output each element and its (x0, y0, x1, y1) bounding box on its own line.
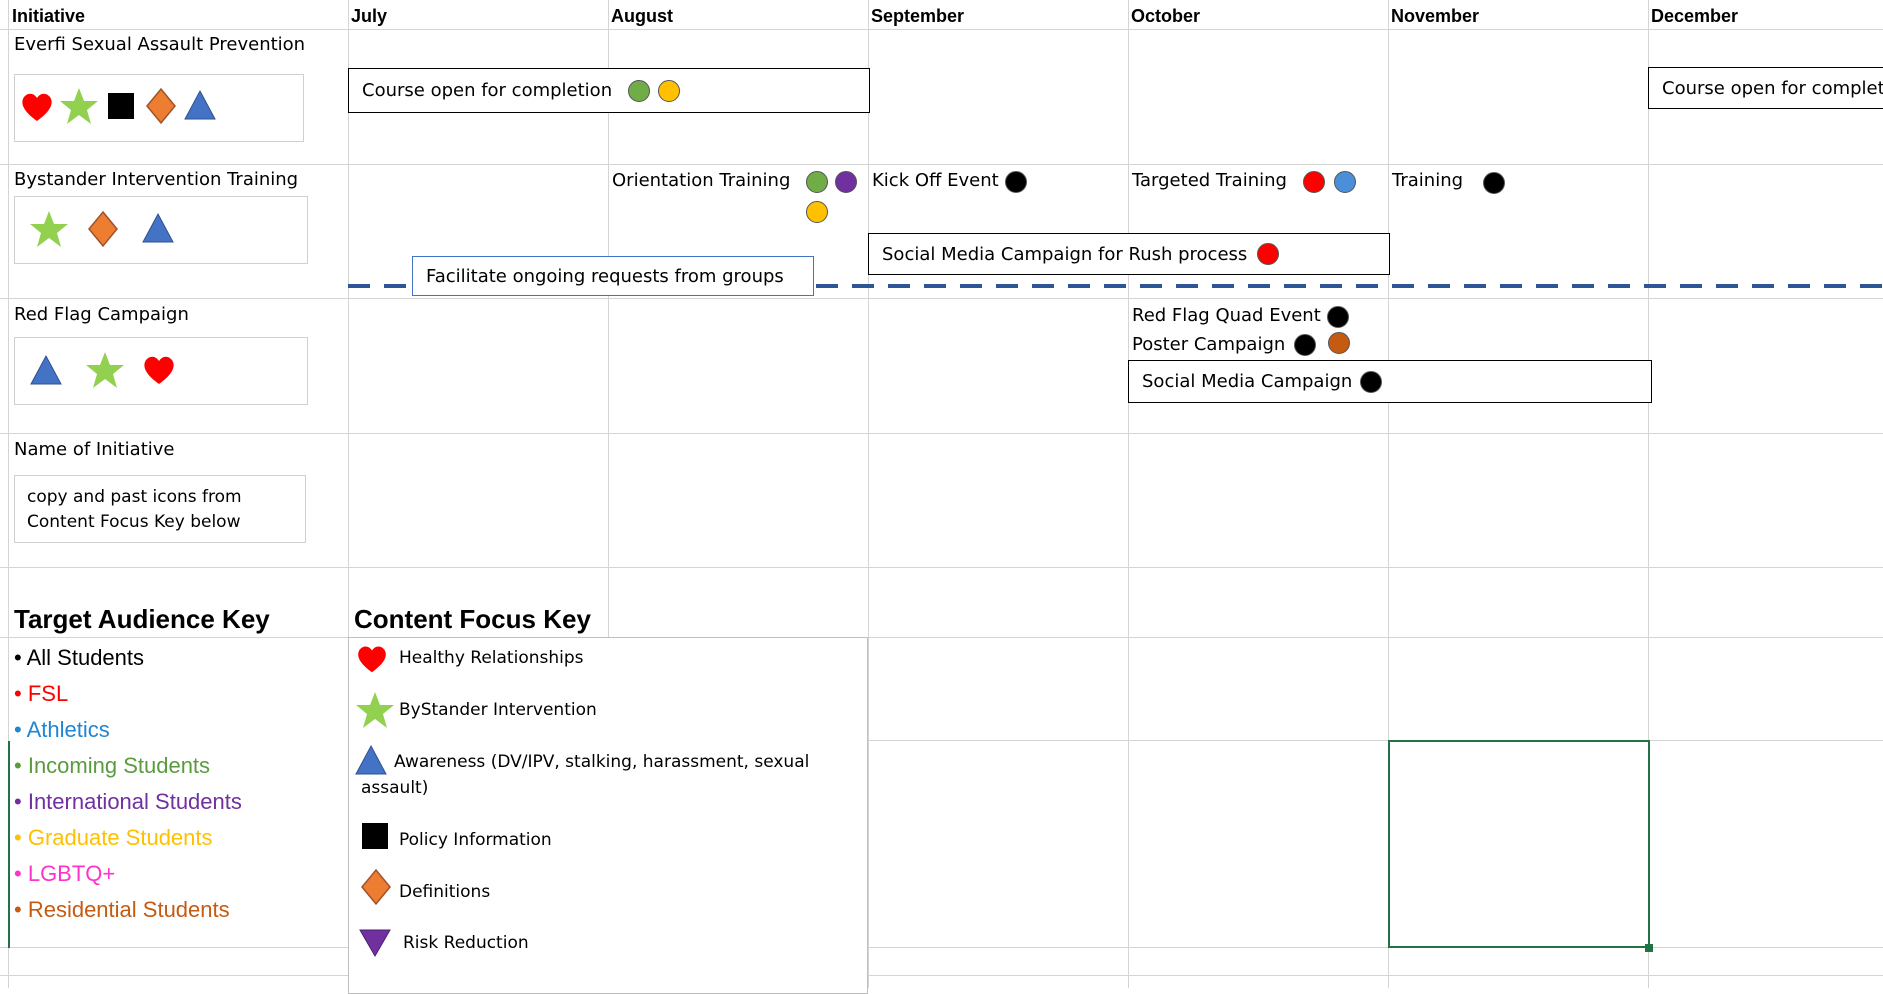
event-kick-off[interactable]: Kick Off Event (872, 170, 999, 191)
initiative-icon-box[interactable] (14, 196, 308, 264)
heart-icon (22, 93, 52, 121)
star-icon (30, 211, 68, 247)
content-focus-label: Definitions (399, 882, 491, 902)
international-students-dot (835, 171, 857, 193)
audience-item-lgbtq: • LGBTQ+ (14, 861, 116, 886)
header-initiative: Initiative (12, 6, 86, 26)
initiative-icon-box[interactable] (14, 74, 304, 142)
star-icon (86, 352, 124, 388)
selected-cell[interactable] (1388, 740, 1650, 948)
grid-row-line (0, 567, 1883, 568)
event-training[interactable]: Training (1392, 170, 1463, 191)
all-students-dot (1360, 370, 1383, 393)
audience-item-all-students: • All Students (14, 645, 145, 670)
event-course-open-december[interactable]: Course open for completi (1648, 67, 1883, 109)
event-label: Course open for completi (1662, 77, 1883, 99)
all-students-dot (1005, 171, 1027, 193)
content-focus-label: Policy Information (399, 830, 552, 850)
graduate-students-dot (806, 201, 828, 223)
initiative-note-line: Content Focus Key below (27, 512, 241, 532)
header-month-october: October (1131, 6, 1201, 26)
grid-col-line (1128, 0, 1129, 988)
initiative-name: Red Flag Campaign (14, 304, 189, 325)
diamond-icon (146, 87, 176, 125)
content-focus-label: Healthy Relationships (399, 648, 584, 668)
event-label: Course open for completion (362, 80, 613, 101)
header-month-july: July (351, 6, 388, 26)
audience-item-athletics: • Athletics (14, 717, 110, 742)
grid-col-line (868, 0, 869, 988)
fill-handle[interactable] (1645, 944, 1653, 952)
triangle-icon (142, 212, 174, 243)
audience-item-residential-students: • Residential Students (14, 897, 230, 922)
athletics-dot (1334, 171, 1356, 193)
event-course-open[interactable]: Course open for completion (348, 68, 870, 113)
event-red-flag-quad[interactable]: Red Flag Quad Event (1132, 305, 1321, 326)
grid-row-line (0, 164, 1883, 165)
all-students-dot (1327, 306, 1349, 328)
grid-row-line (0, 29, 1883, 30)
grid-row-line (0, 433, 1883, 434)
content-focus-label-continued: assault) (361, 778, 429, 798)
content-focus-label: Awareness (DV/IPV, stalking, harassment,… (394, 752, 810, 772)
grid-row-line (0, 975, 1883, 976)
graduate-students-dot (658, 79, 681, 102)
target-audience-key-title: Target Audience Key (14, 604, 270, 634)
event-poster-campaign[interactable]: Poster Campaign (1132, 334, 1285, 355)
grid-row-line (0, 637, 1883, 638)
content-focus-label: Risk Reduction (403, 933, 529, 953)
diamond-icon (88, 210, 118, 248)
star-icon (356, 692, 394, 728)
star-icon (60, 88, 98, 124)
initiative-note-line: copy and past icons from (27, 487, 242, 507)
triangle-icon (30, 354, 62, 385)
square-icon (362, 823, 388, 849)
incoming-students-dot (628, 79, 651, 102)
diamond-icon (361, 868, 391, 906)
fsl-dot (1303, 171, 1325, 193)
event-label: Social Media Campaign (1142, 371, 1353, 392)
event-label: Facilitate ongoing requests from groups (426, 265, 784, 287)
all-students-dot (1294, 334, 1316, 356)
event-social-media-campaign[interactable]: Social Media Campaign (1128, 360, 1652, 403)
incoming-students-dot (806, 171, 828, 193)
header-month-december: December (1651, 6, 1739, 26)
residential-students-dot (1328, 332, 1350, 354)
grid-row-line (0, 298, 1883, 299)
grid-row-line (866, 740, 1883, 741)
header-month-september: September (871, 6, 965, 26)
event-facilitate-requests[interactable]: Facilitate ongoing requests from groups (412, 256, 814, 296)
fsl-dot (1257, 243, 1280, 265)
audience-item-incoming-students: • Incoming Students (14, 753, 211, 778)
initiative-icon-box[interactable]: copy and past icons from Content Focus K… (14, 475, 306, 543)
heart-icon (358, 646, 386, 673)
column-border-accent (8, 741, 10, 948)
event-label: Social Media Campaign for Rush process (882, 243, 1248, 265)
event-targeted-training[interactable]: Targeted Training (1132, 170, 1287, 191)
audience-item-graduate-students: • Graduate Students (14, 825, 213, 850)
triangle-icon (355, 744, 387, 775)
square-icon (108, 93, 134, 119)
audience-item-international-students: • International Students (14, 789, 242, 814)
initiative-icon-box[interactable] (14, 337, 308, 405)
all-students-dot (1483, 172, 1505, 194)
content-focus-key-title: Content Focus Key (354, 604, 591, 634)
heart-icon (144, 356, 174, 384)
initiative-name: Everfi Sexual Assault Prevention (14, 34, 306, 55)
down-triangle-icon (359, 929, 391, 958)
content-focus-label: ByStander Intervention (399, 700, 597, 720)
triangle-icon (184, 89, 216, 120)
initiative-name: Bystander Intervention Training (14, 169, 299, 190)
event-orientation-training[interactable]: Orientation Training (612, 170, 790, 191)
header-month-august: August (611, 6, 673, 26)
audience-item-fsl: • FSL (14, 681, 69, 706)
header-month-november: November (1391, 6, 1480, 26)
event-social-media-rush[interactable]: Social Media Campaign for Rush process (868, 233, 1390, 275)
initiative-name: Name of Initiative (14, 439, 175, 460)
